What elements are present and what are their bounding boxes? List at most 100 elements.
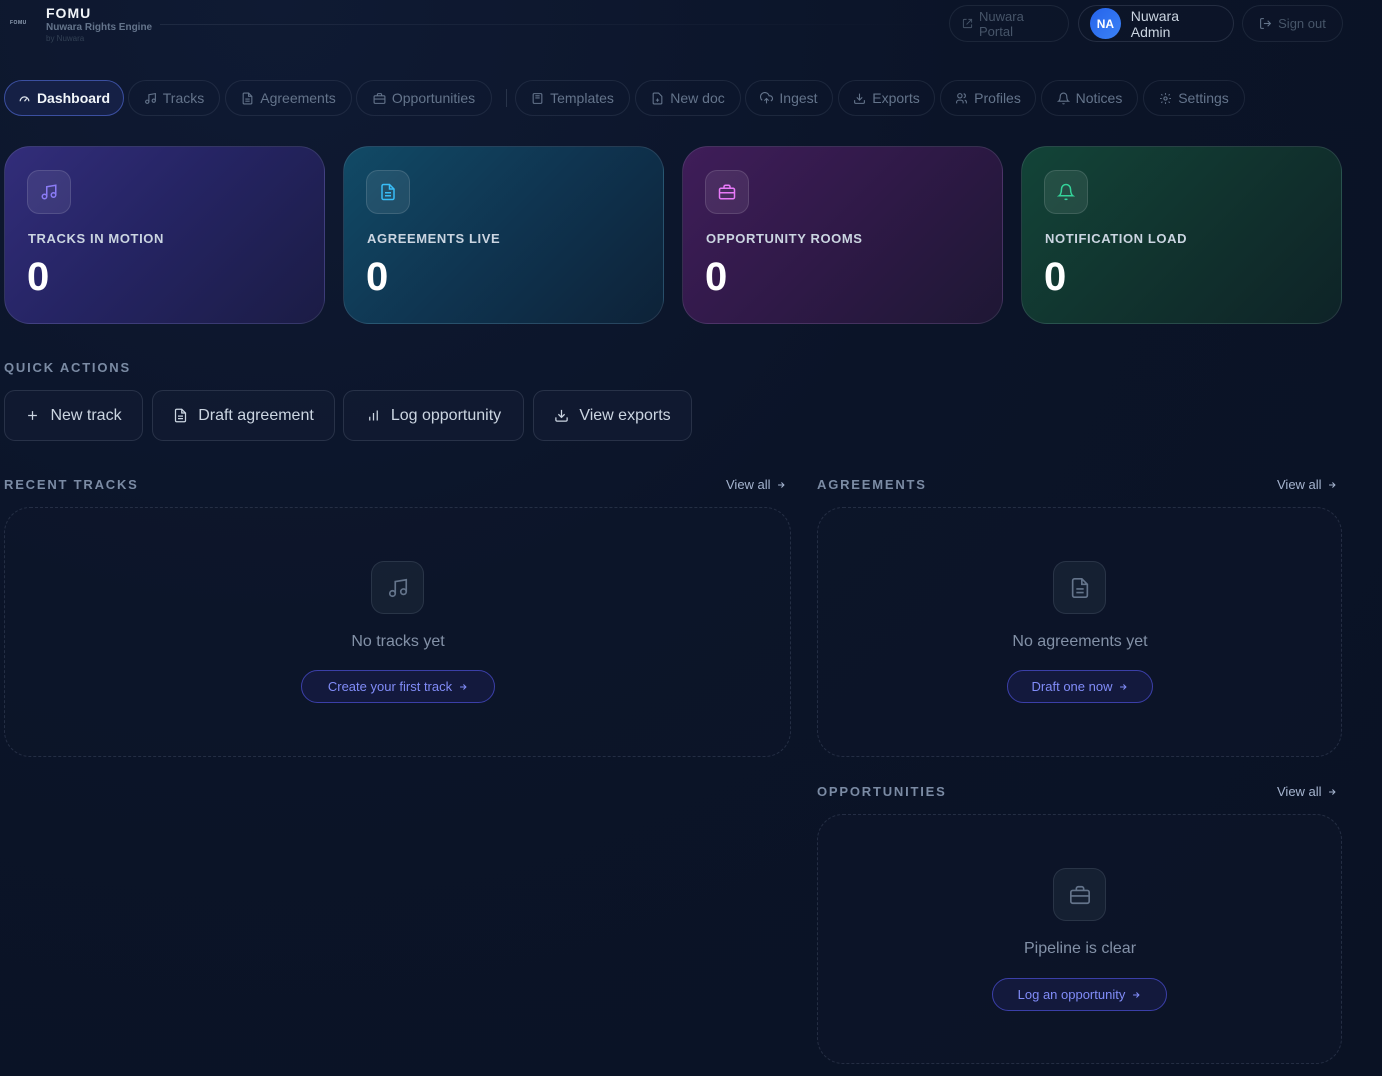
tab-dashboard[interactable]: Dashboard bbox=[4, 80, 124, 116]
button-label: Log opportunity bbox=[390, 406, 502, 424]
gear-icon bbox=[1159, 92, 1172, 105]
view-all-label: View all bbox=[1277, 477, 1322, 492]
bell-icon bbox=[1044, 170, 1088, 214]
create-first-track-button[interactable]: Create your first track bbox=[301, 670, 495, 703]
opportunities-view-all-link[interactable]: View all bbox=[1277, 784, 1337, 799]
stat-label: AGREEMENTS LIVE bbox=[367, 231, 501, 246]
tab-exports[interactable]: Exports bbox=[838, 80, 935, 116]
template-icon bbox=[531, 92, 544, 105]
stat-card-notifications[interactable]: NOTIFICATION LOAD 0 bbox=[1021, 146, 1342, 324]
stat-card-tracks[interactable]: TRACKS IN MOTION 0 bbox=[4, 146, 325, 324]
tab-templates[interactable]: Templates bbox=[515, 80, 630, 116]
log-an-opportunity-button[interactable]: Log an opportunity bbox=[992, 978, 1167, 1011]
view-all-label: View all bbox=[726, 477, 771, 492]
view-all-label: View all bbox=[1277, 784, 1322, 799]
draft-agreement-button[interactable]: Draft agreement bbox=[152, 390, 335, 441]
opportunities-panel: Pipeline is clear Log an opportunity bbox=[817, 814, 1342, 1064]
agreements-view-all-link[interactable]: View all bbox=[1277, 477, 1337, 492]
sign-out-icon bbox=[1259, 17, 1272, 30]
cta-label: Log an opportunity bbox=[1017, 987, 1126, 1002]
view-exports-button[interactable]: View exports bbox=[533, 390, 692, 441]
quick-actions-title: QUICK ACTIONS bbox=[4, 360, 131, 375]
agreements-panel: No agreements yet Draft one now bbox=[817, 507, 1342, 757]
arrow-right-icon bbox=[458, 682, 468, 692]
tab-label: Tracks bbox=[162, 90, 205, 106]
log-opportunity-button[interactable]: Log opportunity bbox=[343, 390, 524, 441]
arrow-right-icon bbox=[776, 480, 786, 490]
stat-card-agreements[interactable]: AGREEMENTS LIVE 0 bbox=[343, 146, 664, 324]
cta-label: Draft one now bbox=[1031, 679, 1113, 694]
tab-new-doc[interactable]: New doc bbox=[635, 80, 741, 116]
tab-ingest[interactable]: Ingest bbox=[745, 80, 833, 116]
tab-label: Opportunities bbox=[391, 90, 476, 106]
tab-opportunities[interactable]: Opportunities bbox=[356, 80, 492, 116]
agreements-title: AGREEMENTS bbox=[817, 477, 927, 492]
tab-label: Templates bbox=[550, 90, 614, 106]
cta-label: Create your first track bbox=[327, 679, 453, 694]
brand: FOMU Nuwara Rights Engine by Nuwara bbox=[46, 5, 152, 43]
file-text-icon bbox=[173, 408, 188, 423]
empty-state-text: No tracks yet bbox=[351, 633, 445, 650]
tab-label: New doc bbox=[670, 90, 725, 106]
tab-settings[interactable]: Settings bbox=[1143, 80, 1245, 116]
stat-label: OPPORTUNITY ROOMS bbox=[706, 231, 863, 246]
header-divider bbox=[160, 24, 950, 25]
briefcase-icon bbox=[373, 92, 386, 105]
file-text-icon bbox=[241, 92, 254, 105]
file-plus-icon bbox=[651, 92, 664, 105]
tab-notices[interactable]: Notices bbox=[1041, 80, 1138, 116]
arrow-right-icon bbox=[1118, 682, 1128, 692]
gauge-icon bbox=[18, 92, 31, 105]
nav-divider bbox=[506, 89, 507, 107]
plus-icon bbox=[25, 408, 40, 423]
stat-value: 0 bbox=[705, 255, 728, 299]
cloud-upload-icon bbox=[760, 91, 774, 105]
music-icon bbox=[144, 92, 157, 105]
portal-link[interactable]: Nuwara Portal bbox=[949, 5, 1069, 42]
users-icon bbox=[955, 92, 968, 105]
recent-tracks-title: RECENT TRACKS bbox=[4, 477, 139, 492]
empty-state-text: No agreements yet bbox=[1012, 633, 1148, 650]
tab-label: Agreements bbox=[260, 90, 336, 106]
brand-title: FOMU bbox=[46, 5, 92, 21]
file-text-icon bbox=[366, 170, 410, 214]
tab-label: Notices bbox=[1075, 90, 1123, 106]
new-track-button[interactable]: New track bbox=[4, 390, 143, 441]
portal-link-label: Nuwara Portal bbox=[979, 8, 1024, 39]
download-icon bbox=[554, 408, 569, 423]
tab-label: Exports bbox=[872, 90, 920, 106]
recent-tracks-panel: No tracks yet Create your first track bbox=[4, 507, 791, 757]
recent-tracks-view-all-link[interactable]: View all bbox=[726, 477, 786, 492]
download-icon bbox=[853, 92, 866, 105]
avatar: NA bbox=[1090, 8, 1121, 39]
tab-agreements[interactable]: Agreements bbox=[225, 80, 352, 116]
stat-value: 0 bbox=[366, 255, 389, 299]
tab-profiles[interactable]: Profiles bbox=[940, 80, 1036, 116]
stat-value: 0 bbox=[1044, 255, 1067, 299]
stat-value: 0 bbox=[27, 255, 50, 299]
music-icon bbox=[27, 170, 71, 214]
arrow-right-icon bbox=[1327, 787, 1337, 797]
user-menu[interactable]: NA Nuwara Admin bbox=[1078, 5, 1234, 42]
music-icon bbox=[371, 561, 424, 614]
stat-label: NOTIFICATION LOAD bbox=[1045, 231, 1188, 246]
user-name: Nuwara Admin bbox=[1130, 7, 1179, 40]
sign-out-label: Sign out bbox=[1278, 16, 1326, 31]
external-link-icon bbox=[962, 18, 973, 29]
arrow-right-icon bbox=[1327, 480, 1337, 490]
stat-card-opportunities[interactable]: OPPORTUNITY ROOMS 0 bbox=[682, 146, 1003, 324]
button-label: New track bbox=[50, 406, 122, 424]
empty-state-text: Pipeline is clear bbox=[1023, 940, 1137, 957]
tab-label: Dashboard bbox=[36, 90, 111, 106]
logo[interactable]: FOMU bbox=[10, 20, 27, 26]
bar-chart-icon bbox=[366, 408, 381, 423]
tab-label: Profiles bbox=[974, 90, 1021, 106]
tab-label: Settings bbox=[1178, 90, 1229, 106]
sign-out-button[interactable]: Sign out bbox=[1242, 5, 1343, 42]
opportunities-title: OPPORTUNITIES bbox=[817, 784, 947, 799]
draft-one-now-button[interactable]: Draft one now bbox=[1007, 670, 1153, 703]
arrow-right-icon bbox=[1131, 990, 1141, 1000]
stat-label: TRACKS IN MOTION bbox=[28, 231, 164, 246]
tab-tracks[interactable]: Tracks bbox=[128, 80, 220, 116]
briefcase-icon bbox=[705, 170, 749, 214]
